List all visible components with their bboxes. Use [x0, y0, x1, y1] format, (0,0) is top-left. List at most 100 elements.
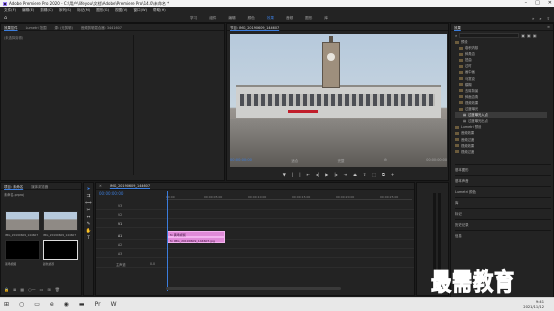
slip-tool-icon[interactable]: ↔	[87, 215, 91, 220]
section-history[interactable]: 历史记录	[455, 219, 551, 230]
list-view-icon[interactable]: ≣	[13, 287, 16, 292]
accelerated-icon[interactable]: ▣	[521, 33, 525, 38]
tab-sequence[interactable]: IMG_20190609_144607	[110, 184, 150, 188]
tab-audio-clip-mixer[interactable]: 音频剪辑混合器: 3441607	[81, 25, 122, 30]
menu-clip[interactable]: 剪辑(C)	[40, 8, 53, 13]
mark-clip-icon[interactable]: |	[299, 172, 300, 177]
step-back-icon[interactable]: ◂|	[316, 172, 319, 177]
fit-dropdown[interactable]: 适合	[291, 158, 298, 163]
panel-menu-icon[interactable]: ≡	[547, 25, 550, 29]
play-icon[interactable]: ▶	[325, 172, 328, 177]
project-thumb-3[interactable]	[5, 240, 40, 260]
menu-file[interactable]: 文件(F)	[4, 8, 16, 13]
close-icon[interactable]: ✕	[99, 184, 102, 188]
project-thumb-1[interactable]	[5, 211, 40, 231]
trash-icon[interactable]: 🗑	[55, 287, 60, 292]
timeline-ruler[interactable]: 00:00 00:00:05:00 00:00:10:00 00:00:15:0…	[166, 195, 412, 200]
windows-start-icon[interactable]: ⊞	[4, 301, 9, 308]
file-explorer-icon[interactable]: ▬	[79, 301, 85, 308]
menu-window[interactable]: 窗口(W)	[133, 8, 147, 13]
menu-graphics[interactable]: 图形(G)	[96, 8, 109, 13]
lock-icon[interactable]: 🔒	[4, 287, 9, 292]
lift-icon[interactable]: ⏏	[353, 172, 357, 177]
menu-view[interactable]: 视图(V)	[115, 8, 127, 13]
minimize-icon[interactable]: –	[525, 0, 528, 6]
workspace-tab-assembly[interactable]: 组件	[209, 16, 216, 21]
project-thumb-4[interactable]	[43, 240, 78, 260]
edge-icon[interactable]: e	[50, 301, 54, 308]
section-essential-graphics[interactable]: 基本图形	[455, 164, 551, 175]
menu-marker[interactable]: 标记(M)	[77, 8, 90, 13]
track-master[interactable]: 主声道 0.0	[96, 261, 414, 268]
pen-tool-icon[interactable]: ✎	[87, 222, 91, 227]
add-button-icon[interactable]: +	[391, 172, 394, 177]
section-info[interactable]: 信息	[455, 230, 551, 241]
search-icon[interactable]: ○	[19, 301, 24, 308]
clip-image[interactable]: fx IMG_20190609_144607.jpg	[167, 237, 225, 243]
menu-sequence[interactable]: 序列(S)	[59, 8, 71, 13]
tab-project[interactable]: 项目: 未命名	[4, 184, 23, 189]
extract-icon[interactable]: ⇧	[363, 172, 366, 177]
track-a3[interactable]: A3	[96, 251, 414, 258]
new-item-icon[interactable]: ⊞	[47, 287, 50, 292]
tab-source[interactable]: 源: (无剪辑)	[54, 25, 72, 30]
effects-search-input[interactable]	[459, 33, 520, 38]
tab-program[interactable]: 节目: IMG_20190609_144607	[230, 25, 279, 30]
compare-view-icon[interactable]: ⧉	[382, 172, 385, 177]
razor-tool-icon[interactable]: ✂	[87, 208, 91, 213]
premiere-icon[interactable]: Pr	[95, 301, 101, 308]
tab-media-browser[interactable]: 媒体浏览器	[31, 184, 48, 189]
tab-lumetri-scopes[interactable]: Lumetri 范围	[26, 25, 47, 30]
section-markers[interactable]: 标记	[455, 208, 551, 219]
track-select-tool-icon[interactable]: ⇉	[87, 194, 91, 199]
type-tool-icon[interactable]: T	[87, 236, 90, 241]
project-thumb-2[interactable]	[43, 211, 78, 231]
track-v1[interactable]: V1	[96, 221, 414, 228]
tab-effect-controls[interactable]: 效果控件	[4, 25, 18, 30]
chrome-icon[interactable]: ◉	[64, 301, 69, 308]
taskbar-clock[interactable]: 9:41 2021/11/12	[523, 300, 544, 309]
timeline-timecode[interactable]: 00:00:00:00	[99, 191, 123, 196]
workspace-tab-editing[interactable]: 编辑	[228, 16, 235, 21]
program-timecode-in[interactable]: 00:00:00:00	[230, 158, 252, 162]
search-icon[interactable]: ⌕	[539, 16, 541, 21]
maximize-icon[interactable]: □	[535, 0, 540, 6]
workspace-tab-libraries[interactable]: 库	[324, 16, 328, 21]
export-frame-icon[interactable]: ⬚	[372, 172, 376, 177]
workspace-tab-audio[interactable]: 音频	[286, 16, 293, 21]
mark-out-icon[interactable]: |	[292, 172, 293, 177]
ripple-edit-tool-icon[interactable]: ⟺	[85, 201, 91, 206]
new-bin-icon[interactable]: ▭	[40, 287, 44, 292]
go-to-in-icon[interactable]: ⇤	[307, 172, 310, 177]
workspace-tab-graphics[interactable]: 图形	[305, 16, 312, 21]
timeline-scrollbar[interactable]	[166, 287, 341, 290]
share-icon[interactable]: ⇪	[547, 16, 550, 21]
word-icon[interactable]: W	[111, 301, 117, 308]
workspace-tab-color[interactable]: 颜色	[248, 16, 255, 21]
more-workspaces-icon[interactable]: »	[532, 16, 534, 21]
icon-view-icon[interactable]: ▦	[20, 287, 24, 292]
mark-in-icon[interactable]: ▼	[283, 172, 286, 177]
go-to-out-icon[interactable]: ⇥	[344, 172, 347, 177]
selection-tool-icon[interactable]: ➤	[87, 187, 91, 192]
step-forward-icon[interactable]: |▸	[334, 172, 337, 177]
workspace-tab-effects[interactable]: 效果	[267, 16, 274, 21]
close-icon[interactable]: ✕	[548, 0, 552, 6]
track-a2[interactable]: A2	[96, 242, 414, 249]
hand-tool-icon[interactable]: ✋	[86, 229, 92, 234]
yuv-icon[interactable]: ▣	[533, 33, 537, 38]
menu-edit[interactable]: 编辑(E)	[22, 8, 34, 13]
track-v3[interactable]: V3	[96, 203, 414, 210]
tree-item[interactable]: 视频过渡	[455, 149, 547, 155]
section-essential-sound[interactable]: 基本声音	[455, 175, 551, 186]
scale-dropdown[interactable]: 完整	[338, 158, 345, 163]
zoom-slider[interactable]: ○—	[28, 287, 36, 292]
workspace-tab-learn[interactable]: 学习	[190, 16, 197, 21]
settings-icon[interactable]: ⚙	[384, 158, 387, 162]
track-v2[interactable]: V2	[96, 212, 414, 219]
section-lumetri-color[interactable]: Lumetri 颜色	[455, 186, 551, 197]
track-a1[interactable]: A1	[96, 233, 414, 240]
menu-help[interactable]: 帮助(H)	[153, 8, 166, 13]
section-libraries[interactable]: 库	[455, 197, 551, 208]
task-view-icon[interactable]: ▭	[34, 301, 40, 308]
